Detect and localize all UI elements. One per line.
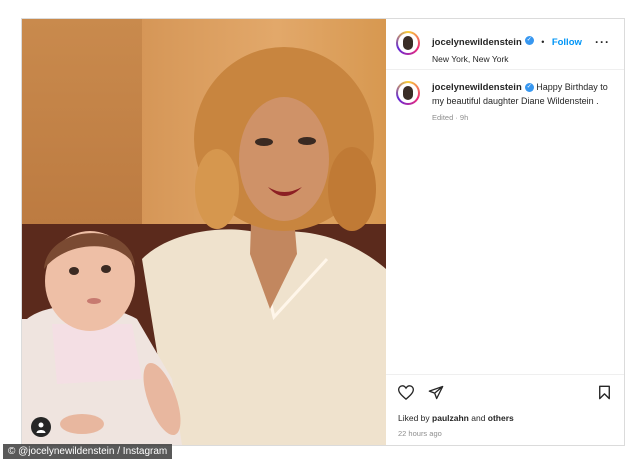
caption-avatar[interactable]: [396, 81, 420, 105]
likes-and: and: [468, 413, 488, 423]
likes-others[interactable]: others: [488, 413, 514, 423]
post-sidebar: jocelynewildenstein ✓ • Follow New York, …: [386, 19, 624, 445]
likes-prefix: Liked by: [398, 413, 433, 423]
instagram-post: jocelynewildenstein ✓ • Follow New York, …: [21, 18, 625, 446]
post-photo[interactable]: [22, 19, 386, 445]
person-tag-icon[interactable]: [31, 417, 51, 437]
photo-figures: [22, 47, 386, 445]
verified-badge-icon: ✓: [524, 83, 534, 93]
avatar[interactable]: [396, 31, 420, 55]
username[interactable]: jocelynewildenstein: [432, 37, 522, 48]
caption-meta: Edited · 9h: [432, 113, 469, 122]
follow-button[interactable]: Follow: [552, 37, 582, 48]
more-options-icon[interactable]: ···: [595, 35, 610, 49]
post-time[interactable]: 22 hours ago: [398, 429, 442, 438]
bookmark-icon[interactable]: [598, 385, 611, 405]
caption-username[interactable]: jocelynewildenstein: [432, 82, 522, 93]
follow-separator: •: [541, 37, 545, 47]
action-bar: Liked by paulzahn and others 22 hours ag…: [386, 374, 624, 446]
post-header: jocelynewildenstein ✓ • Follow New York, …: [386, 19, 624, 70]
caption-body: jocelynewildenstein ✓ Happy Birthday to m…: [432, 81, 612, 125]
location[interactable]: New York, New York: [432, 54, 582, 64]
photo-credit: © @jocelynewildenstein / Instagram: [3, 444, 173, 459]
heart-icon[interactable]: [397, 385, 415, 405]
verified-badge-icon: ✓: [524, 36, 534, 46]
likes-summary: Liked by paulzahn and others: [398, 413, 514, 423]
liked-by-user[interactable]: paulzahn: [432, 413, 469, 423]
paper-plane-icon[interactable]: [428, 385, 444, 405]
